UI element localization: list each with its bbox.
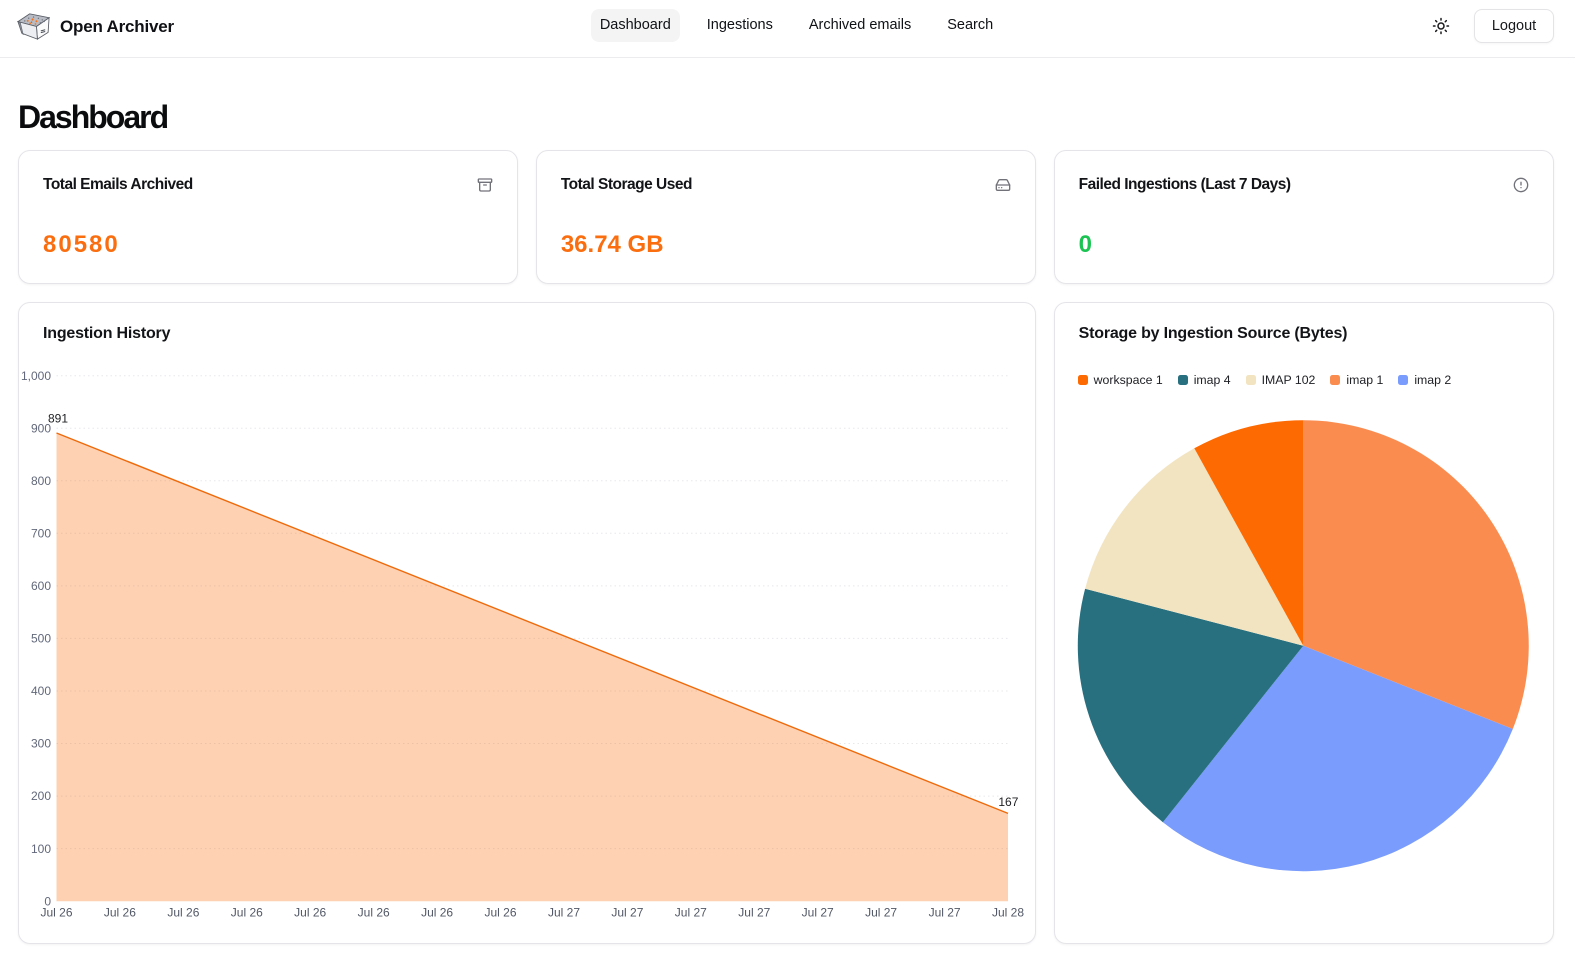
svg-text:Jul 27: Jul 27 (738, 906, 770, 920)
svg-text:100: 100 (31, 842, 51, 856)
svg-text:Jul 26: Jul 26 (231, 906, 263, 920)
svg-text:700: 700 (31, 527, 51, 541)
svg-text:Jul 28: Jul 28 (992, 906, 1024, 920)
svg-text:Jul 27: Jul 27 (802, 906, 834, 920)
svg-text:500: 500 (31, 632, 51, 646)
svg-text:800: 800 (31, 474, 51, 488)
svg-text:Jul 26: Jul 26 (484, 906, 516, 920)
svg-text:Jul 26: Jul 26 (358, 906, 390, 920)
svg-text:Jul 26: Jul 26 (40, 906, 72, 920)
svg-text:600: 600 (31, 579, 51, 593)
svg-text:167: 167 (998, 795, 1018, 809)
svg-text:891: 891 (48, 412, 68, 426)
svg-text:Jul 27: Jul 27 (865, 906, 897, 920)
svg-text:Jul 26: Jul 26 (167, 906, 199, 920)
svg-text:Jul 27: Jul 27 (675, 906, 707, 920)
svg-text:Jul 26: Jul 26 (104, 906, 136, 920)
svg-text:1,000: 1,000 (21, 369, 51, 383)
svg-text:Jul 27: Jul 27 (929, 906, 961, 920)
svg-text:Jul 26: Jul 26 (294, 906, 326, 920)
svg-text:400: 400 (31, 684, 51, 698)
svg-text:Jul 27: Jul 27 (548, 906, 580, 920)
svg-text:Jul 27: Jul 27 (611, 906, 643, 920)
svg-text:200: 200 (31, 789, 51, 803)
svg-text:Jul 26: Jul 26 (421, 906, 453, 920)
svg-text:300: 300 (31, 737, 51, 751)
